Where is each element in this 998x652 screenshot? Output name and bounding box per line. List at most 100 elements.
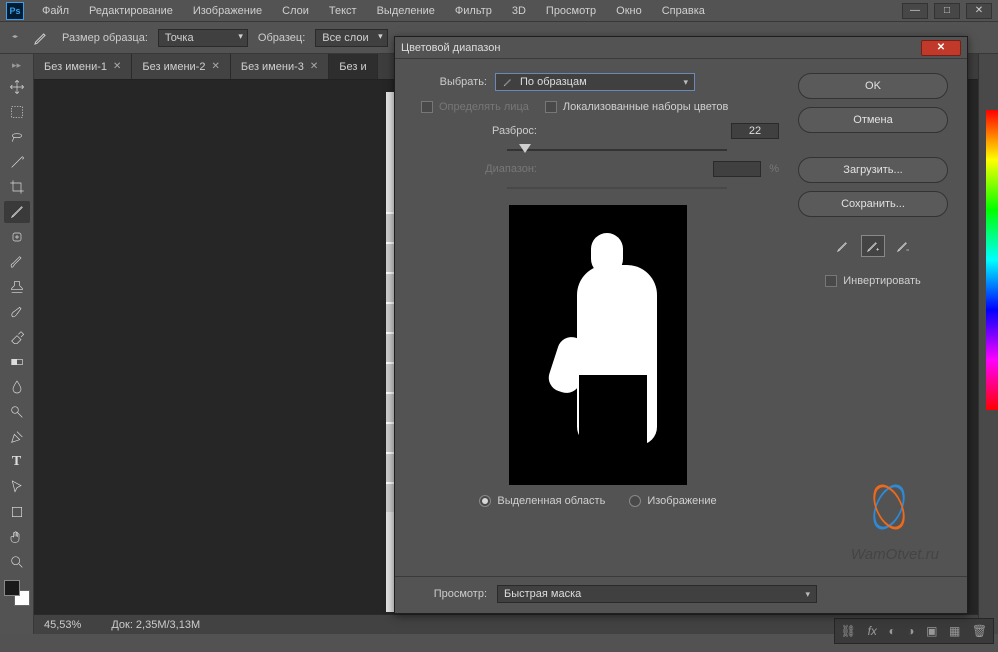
- eyedropper-tool[interactable]: [4, 201, 30, 223]
- sample-label: Образец:: [258, 32, 305, 44]
- menu-image[interactable]: Изображение: [183, 2, 272, 20]
- type-tool[interactable]: T: [4, 451, 30, 473]
- dialog-close-button[interactable]: ✕: [921, 40, 961, 56]
- lasso-tool[interactable]: [4, 126, 30, 148]
- expand-options-icon[interactable]: ◂▸: [10, 35, 20, 40]
- shape-tool[interactable]: [4, 501, 30, 523]
- new-layer-icon[interactable]: ▦: [949, 624, 960, 638]
- path-select-tool[interactable]: [4, 476, 30, 498]
- menu-text[interactable]: Текст: [319, 2, 367, 20]
- invert-checkbox[interactable]: Инвертировать: [825, 275, 920, 287]
- delete-layer-icon[interactable]: 🗑: [972, 624, 987, 638]
- document-tab[interactable]: Без имени-2 ✕: [132, 54, 230, 79]
- toolbar-collapse-icon[interactable]: ▸▸: [12, 60, 21, 71]
- preview-mode-dropdown[interactable]: Быстрая маска: [497, 585, 817, 603]
- group-icon[interactable]: ▣: [926, 624, 937, 638]
- fuzziness-input[interactable]: [731, 123, 779, 139]
- healing-tool[interactable]: [4, 226, 30, 248]
- layers-panel-footer: ⛓ fx ◐ ◑ ▣ ▦ 🗑: [834, 618, 994, 644]
- checkbox-icon: [421, 101, 433, 113]
- cancel-button[interactable]: Отмена: [798, 107, 948, 133]
- eyedropper-subtract-icon[interactable]: [891, 235, 915, 257]
- checkbox-icon[interactable]: [545, 101, 557, 113]
- dialog-titlebar[interactable]: Цветовой диапазон ✕: [395, 37, 967, 59]
- document-tab[interactable]: Без имени-3✕: [231, 54, 329, 79]
- sample-dropdown[interactable]: Все слои: [315, 29, 387, 47]
- select-label: Выбрать:: [417, 76, 487, 88]
- localized-checkbox[interactable]: Локализованные наборы цветов: [545, 101, 729, 113]
- radio-icon[interactable]: [629, 495, 641, 507]
- menu-layers[interactable]: Слои: [272, 2, 319, 20]
- select-dropdown[interactable]: По образцам: [495, 73, 695, 91]
- gradient-tool[interactable]: [4, 351, 30, 373]
- layer-style-icon[interactable]: fx: [868, 624, 877, 638]
- stamp-tool[interactable]: [4, 276, 30, 298]
- menu-file[interactable]: Файл: [32, 2, 79, 20]
- sample-size-dropdown[interactable]: Точка: [158, 29, 248, 47]
- color-range-dialog: Цветовой диапазон ✕ Выбрать: По образцам…: [394, 36, 968, 614]
- menu-edit[interactable]: Редактирование: [79, 2, 183, 20]
- pen-tool[interactable]: [4, 426, 30, 448]
- zoom-level[interactable]: 45,53%: [44, 619, 81, 631]
- zoom-tool[interactable]: [4, 551, 30, 573]
- checkbox-icon[interactable]: [825, 275, 837, 287]
- eyedropper-add-icon[interactable]: [861, 235, 885, 257]
- detect-faces-checkbox: Определять лица: [421, 101, 529, 113]
- radio-icon[interactable]: [479, 495, 491, 507]
- dodge-tool[interactable]: [4, 401, 30, 423]
- window-close-button[interactable]: ✕: [966, 3, 992, 19]
- history-brush-tool[interactable]: [4, 301, 30, 323]
- radio-image[interactable]: Изображение: [629, 495, 716, 507]
- close-icon[interactable]: ✕: [310, 61, 318, 72]
- document-tab[interactable]: Без имени-1 ✕: [34, 54, 132, 79]
- load-button[interactable]: Загрузить...: [798, 157, 948, 183]
- hand-tool[interactable]: [4, 526, 30, 548]
- adjustment-layer-icon[interactable]: ◑: [907, 624, 914, 638]
- ok-button[interactable]: OK: [798, 73, 948, 99]
- watermark: [861, 479, 917, 535]
- menu-window[interactable]: Окно: [606, 2, 652, 20]
- foreground-color-swatch[interactable]: [4, 580, 20, 596]
- document-tab-label: Без имени-1: [44, 61, 107, 73]
- eyedropper-sample-icon[interactable]: [831, 235, 855, 257]
- range-unit: %: [769, 163, 779, 175]
- color-picker-strip[interactable]: [986, 110, 998, 410]
- menu-select[interactable]: Выделение: [367, 2, 445, 20]
- menu-help[interactable]: Справка: [652, 2, 715, 20]
- watermark-text: WamOtvet.ru: [851, 546, 939, 563]
- save-button[interactable]: Сохранить...: [798, 191, 948, 217]
- menu-filter[interactable]: Фильтр: [445, 2, 502, 20]
- close-icon[interactable]: ✕: [211, 61, 219, 72]
- magic-wand-tool[interactable]: [4, 151, 30, 173]
- range-slider: [507, 187, 727, 189]
- crop-tool[interactable]: [4, 176, 30, 198]
- move-tool[interactable]: [4, 76, 30, 98]
- window-maximize-button[interactable]: □: [934, 3, 960, 19]
- fuzziness-slider[interactable]: [507, 149, 727, 151]
- color-swatches[interactable]: [4, 580, 30, 606]
- marquee-tool[interactable]: [4, 101, 30, 123]
- slider-thumb-icon[interactable]: [519, 144, 531, 153]
- document-tab-label: Без имени-2: [142, 61, 205, 73]
- menubar: Ps Файл Редактирование Изображение Слои …: [0, 0, 998, 22]
- range-label: Диапазон:: [417, 163, 537, 175]
- eraser-tool[interactable]: [4, 326, 30, 348]
- window-minimize-button[interactable]: —: [902, 3, 928, 19]
- select-value: По образцам: [520, 76, 587, 88]
- active-tool-icon: [30, 27, 52, 49]
- doc-size: Док: 2,35M/3,13M: [111, 619, 200, 631]
- preview-mode-label: Просмотр:: [417, 588, 487, 600]
- radio-selection[interactable]: Выделенная область: [479, 495, 605, 507]
- document-tab[interactable]: Без и: [329, 54, 377, 79]
- link-layers-icon[interactable]: ⛓: [841, 624, 856, 638]
- window-controls: — □ ✕: [902, 3, 992, 19]
- layer-mask-icon[interactable]: ◐: [888, 624, 895, 638]
- brush-tool[interactable]: [4, 251, 30, 273]
- dialog-title: Цветовой диапазон: [401, 42, 500, 54]
- blur-tool[interactable]: [4, 376, 30, 398]
- selection-preview[interactable]: [509, 205, 687, 485]
- range-input: [713, 161, 761, 177]
- menu-view[interactable]: Просмотр: [536, 2, 606, 20]
- menu-3d[interactable]: 3D: [502, 2, 536, 20]
- close-icon[interactable]: ✕: [113, 61, 121, 72]
